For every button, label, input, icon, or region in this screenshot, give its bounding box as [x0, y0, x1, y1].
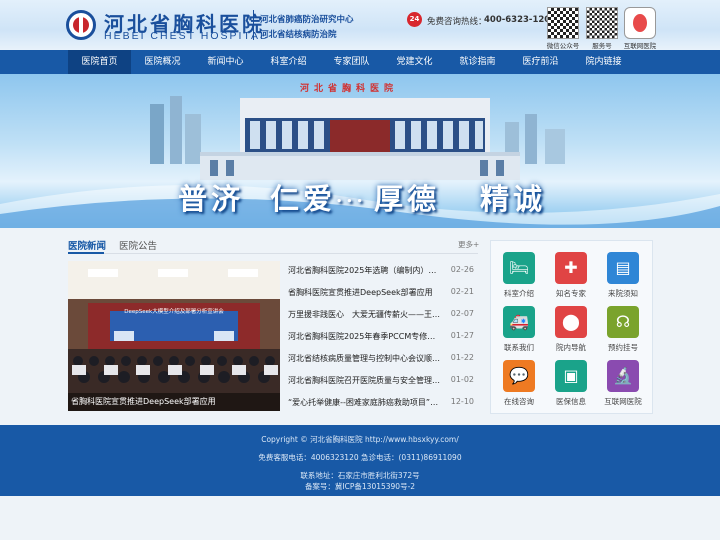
more-news-link[interactable]: 更多+: [458, 239, 479, 250]
logo-english-name[interactable]: HEBEI CHEST HOSPITAL: [104, 30, 268, 42]
news-title[interactable]: 河北省胸科医院2025年选聘（编制内）工作人员: [288, 265, 443, 276]
service-qr-code-icon[interactable]: [586, 7, 618, 39]
service-navigation[interactable]: ⬤ 院内导航: [546, 306, 596, 353]
service-label: 院内导航: [556, 343, 586, 352]
qr-label-internet: 互联网医院: [623, 42, 657, 50]
nav-news[interactable]: 新闻中心: [194, 50, 257, 74]
service-label: 在线咨询: [504, 397, 534, 406]
site-header: 河北省胸科医院 HEBEI CHEST HOSPITAL 河北省肺癌防治研究中心…: [0, 0, 720, 50]
news-date: 02-21: [450, 287, 474, 296]
nav-frontier[interactable]: 医疗前沿: [509, 50, 572, 74]
photo-caption[interactable]: 省胸科医院宣贯推进DeepSeek部署应用: [68, 393, 280, 411]
news-item[interactable]: 河北省胸科医院2025年春季PCCM专修、肺功能 01-27: [288, 327, 474, 349]
footer-icp[interactable]: 备案号：冀ICP备13015390号-2: [0, 481, 720, 492]
service-label: 科室介绍: [504, 289, 534, 298]
news-date: 01-22: [450, 353, 474, 362]
active-tab-indicator: [68, 252, 104, 254]
service-online-consult[interactable]: 💬 在线咨询: [494, 360, 544, 407]
wechat-qr-code-icon[interactable]: [547, 7, 579, 39]
internet-hospital-icon[interactable]: [624, 7, 656, 39]
tab-hospital-news[interactable]: 医院新闻: [68, 238, 106, 252]
service-label: 知名专家: [556, 289, 586, 298]
hotline-number: 400-6323-120: [484, 15, 551, 25]
service-experts[interactable]: ✚ 知名专家: [546, 252, 596, 299]
services-panel: 🛏 科室介绍 ✚ 知名专家 ▤ 来院须知 🚑 联系我们 ⬤ 院内导航 ☊ 预约挂…: [490, 240, 653, 414]
news-date: 02-07: [450, 309, 474, 318]
center-name-2: 河北省结核病防治院: [260, 30, 337, 40]
slogan-separator: ...: [336, 186, 367, 207]
news-title[interactable]: 万里援非践医心 大爱无疆传薪火——王磊医生: [288, 309, 443, 320]
service-internet-hospital[interactable]: 🔬 互联网医院: [598, 360, 648, 407]
footer-copyright[interactable]: Copyright © 河北省胸科医院 http://www.hbsxkyy.c…: [0, 434, 720, 445]
service-label: 来院须知: [608, 289, 638, 298]
nav-home[interactable]: 医院首页: [68, 50, 131, 74]
nav-experts[interactable]: 专家团队: [320, 50, 383, 74]
footer-phones: 免费客服电话：4006323120 急诊电话：(0311)86911090: [258, 453, 462, 462]
nav-departments[interactable]: 科室介绍: [257, 50, 320, 74]
news-item[interactable]: “爱心托举健康--困难家庭肺癌救助项目”在我院 12-10: [288, 393, 474, 415]
site-footer: Copyright © 河北省胸科医院 http://www.hbsxkyy.c…: [0, 425, 720, 496]
news-title[interactable]: “爱心托举健康--困难家庭肺癌救助项目”在我院: [288, 397, 443, 408]
center-name-1: 河北省肺癌防治研究中心: [260, 15, 354, 25]
document-icon: ▤: [607, 252, 639, 284]
slogan-word-4: 精诚: [480, 182, 547, 216]
service-label: 联系我们: [504, 343, 534, 352]
news-date: 01-27: [450, 331, 474, 340]
ambulance-icon: 🚑: [503, 306, 535, 338]
nav-links[interactable]: 院内链接: [572, 50, 635, 74]
nav-party-culture[interactable]: 党建文化: [383, 50, 446, 74]
footer-address: 联系地址：石家庄市胜利北街372号: [300, 471, 420, 480]
building-sign: 河北省胸科医院: [300, 84, 399, 94]
nurse-icon: ✚: [555, 252, 587, 284]
hotline-label: 免费咨询热线：: [427, 17, 487, 27]
hospital-logo-icon[interactable]: [66, 10, 96, 40]
tabs-divider: [68, 253, 478, 254]
map-pin-icon: ⬤: [555, 306, 587, 338]
chat-bubble-icon: 💬: [503, 360, 535, 392]
service-label: 互联网医院: [604, 397, 642, 406]
service-appointment[interactable]: ☊ 预约挂号: [598, 306, 648, 353]
nav-overview[interactable]: 医院概况: [131, 50, 194, 74]
news-title[interactable]: 河北省胸科医院召开医院质量与安全管理委员会: [288, 375, 443, 386]
news-date: 12-10: [450, 397, 474, 406]
service-label: 预约挂号: [608, 343, 638, 352]
hospital-bed-icon: 🛏: [503, 252, 535, 284]
nav-guide[interactable]: 就诊指南: [446, 50, 509, 74]
conference-photo-illustration: [68, 261, 280, 411]
microscope-icon: 🔬: [607, 360, 639, 392]
page-bottom-spacer: [0, 496, 720, 540]
news-item[interactable]: 河北省结核病质量管理与控制中心会议顺利召开 01-22: [288, 349, 474, 371]
main-nav: 医院首页 医院概况 新闻中心 科室介绍 专家团队 党建文化 就诊指南 医疗前沿 …: [0, 50, 720, 74]
news-item[interactable]: 万里援非践医心 大爱无疆传薪火——王磊医生 02-07: [288, 305, 474, 327]
service-contact[interactable]: 🚑 联系我们: [494, 306, 544, 353]
id-card-icon: ▣: [555, 360, 587, 392]
news-item[interactable]: 河北省胸科医院2025年选聘（编制内）工作人员 02-26: [288, 261, 474, 283]
news-featured-photo[interactable]: DeepSeek大模型介绍及部署分析宣讲会 省胸科医院宣贯推进DeepSeek部…: [68, 261, 280, 411]
news-title[interactable]: 河北省胸科医院2025年春季PCCM专修、肺功能: [288, 331, 443, 342]
phone-24h-icon: 24: [407, 12, 422, 27]
service-departments[interactable]: 🛏 科室介绍: [494, 252, 544, 299]
service-insurance[interactable]: ▣ 医保信息: [546, 360, 596, 407]
slogan-word-1: 普济: [178, 182, 245, 216]
news-item[interactable]: 省胸科医院宣贯推进DeepSeek部署应用 02-21: [288, 283, 474, 305]
stethoscope-icon: ☊: [607, 306, 639, 338]
photo-screen-text: DeepSeek大模型介绍及部署分析宣讲会: [124, 309, 224, 315]
news-date: 01-02: [450, 375, 474, 384]
hero-banner[interactable]: 河北省胸科医院 普济 仁爱 ... 厚德 精诚: [0, 74, 720, 228]
slogan-word-2: 仁爱: [270, 182, 337, 216]
news-date: 02-26: [450, 265, 474, 274]
tab-hospital-notice[interactable]: 医院公告: [119, 238, 157, 252]
logo-divider: [253, 10, 254, 40]
service-label: 医保信息: [556, 397, 586, 406]
news-title[interactable]: 河北省结核病质量管理与控制中心会议顺利召开: [288, 353, 443, 364]
news-title[interactable]: 省胸科医院宣贯推进DeepSeek部署应用: [288, 287, 443, 298]
slogan-word-3: 厚德: [374, 182, 441, 216]
news-item[interactable]: 河北省胸科医院召开医院质量与安全管理委员会 01-02: [288, 371, 474, 393]
service-visit-notes[interactable]: ▤ 来院须知: [598, 252, 648, 299]
qr-label-wechat: 微信公众号: [546, 42, 580, 50]
